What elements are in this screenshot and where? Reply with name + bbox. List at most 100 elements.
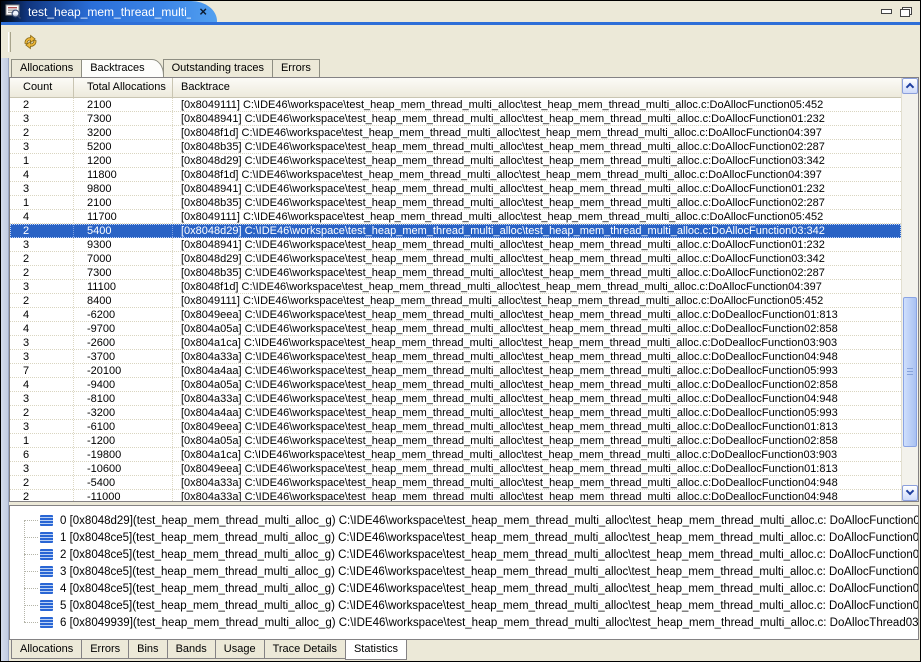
trace-frame-row[interactable]: 0 [0x8048d29](test_heap_mem_thread_multi… xyxy=(10,512,918,529)
cell-count: 3 xyxy=(10,140,74,153)
cell-count: 4 xyxy=(10,210,74,223)
table-row[interactable]: 3-2600[0x804a1ca] C:\IDE46\workspace\tes… xyxy=(10,336,901,350)
table-row[interactable]: 411700[0x8049111] C:\IDE46\workspace\tes… xyxy=(10,210,901,224)
minimize-icon[interactable] xyxy=(881,9,892,14)
page-tab-trace-details[interactable]: Trace Details xyxy=(264,640,346,659)
cell-count: 4 xyxy=(10,168,74,181)
cell-count: 3 xyxy=(10,350,74,363)
cell-total-allocations: -1200 xyxy=(74,434,173,447)
trace-frame-row[interactable]: 2 [0x8048ce5](test_heap_mem_thread_multi… xyxy=(10,546,918,563)
cell-total-allocations: 11800 xyxy=(74,168,173,181)
cell-total-allocations: 2100 xyxy=(74,196,173,209)
table-row[interactable]: 37300[0x8048941] C:\IDE46\workspace\test… xyxy=(10,112,901,126)
table-row[interactable]: 2-3200[0x804a4aa] C:\IDE46\workspace\tes… xyxy=(10,406,901,420)
cell-backtrace: [0x804a33a] C:\IDE46\workspace\test_heap… xyxy=(173,393,901,405)
cell-backtrace: [0x804a33a] C:\IDE46\workspace\test_heap… xyxy=(173,351,901,363)
table-row[interactable]: 4-6200[0x8049eea] C:\IDE46\workspace\tes… xyxy=(10,308,901,322)
vertical-scrollbar[interactable] xyxy=(901,78,918,501)
table-row[interactable]: 39800[0x8048941] C:\IDE46\workspace\test… xyxy=(10,182,901,196)
subtab-outstanding-traces[interactable]: Outstanding traces xyxy=(163,59,273,77)
cell-count: 2 xyxy=(10,406,74,419)
refresh-button[interactable] xyxy=(20,32,41,52)
scroll-down-button[interactable] xyxy=(902,485,918,501)
memory-analysis-window: test_heap_mem_thread_multi_alloc × Alloc… xyxy=(0,0,921,662)
cell-count: 3 xyxy=(10,420,74,433)
table-row[interactable]: 23200[0x8048f1d] C:\IDE46\workspace\test… xyxy=(10,126,901,140)
cell-total-allocations: 5200 xyxy=(74,140,173,153)
callstack-icon xyxy=(40,566,53,577)
scrollbar-thumb[interactable] xyxy=(903,297,917,447)
table-row[interactable]: 28400[0x8049111] C:\IDE46\workspace\test… xyxy=(10,294,901,308)
page-tab-statistics[interactable]: Statistics xyxy=(345,640,407,660)
maximize-icon[interactable] xyxy=(900,7,912,17)
view-tab[interactable]: test_heap_mem_thread_multi_alloc × xyxy=(1,1,217,22)
cell-backtrace: [0x804a05a] C:\IDE46\workspace\test_heap… xyxy=(173,323,901,335)
trace-frame-row[interactable]: 5 [0x8048ce5](test_heap_mem_thread_multi… xyxy=(10,597,918,614)
view-left-border xyxy=(1,58,9,661)
table-row[interactable]: 2-5400[0x804a33a] C:\IDE46\workspace\tes… xyxy=(10,476,901,490)
trace-frame-row[interactable]: 3 [0x8048ce5](test_heap_mem_thread_multi… xyxy=(10,563,918,580)
toolbar-gripper[interactable] xyxy=(8,32,11,52)
backtraces-table-panel: Count Total Allocations Backtrace 22100[… xyxy=(9,77,919,502)
cell-count: 2 xyxy=(10,476,74,489)
cell-count: 2 xyxy=(10,98,74,111)
close-icon[interactable]: × xyxy=(199,5,207,18)
page-tab-usage[interactable]: Usage xyxy=(215,640,265,659)
view-tabbar-fill xyxy=(217,1,920,22)
cell-backtrace: [0x8048d29] C:\IDE46\workspace\test_heap… xyxy=(173,155,901,167)
column-header-total-allocations[interactable]: Total Allocations xyxy=(74,78,173,97)
cell-count: 1 xyxy=(10,196,74,209)
memory-view-icon xyxy=(5,4,22,19)
page-tab-bands[interactable]: Bands xyxy=(167,640,216,659)
scroll-up-button[interactable] xyxy=(902,78,918,94)
column-header-count[interactable]: Count xyxy=(10,78,74,97)
column-header-backtrace[interactable]: Backtrace xyxy=(173,78,901,97)
trace-frame-row[interactable]: 4 [0x8048ce5](test_heap_mem_thread_multi… xyxy=(10,580,918,597)
cell-backtrace: [0x8048941] C:\IDE46\workspace\test_heap… xyxy=(173,183,901,195)
table-row[interactable]: 27300[0x8048b35] C:\IDE46\workspace\test… xyxy=(10,266,901,280)
table-row[interactable]: 7-20100[0x804a4aa] C:\IDE46\workspace\te… xyxy=(10,364,901,378)
page-tab-bins[interactable]: Bins xyxy=(128,640,167,659)
cell-total-allocations: 1200 xyxy=(74,154,173,167)
table-row[interactable]: 12100[0x8048b35] C:\IDE46\workspace\test… xyxy=(10,196,901,210)
cell-total-allocations: 3200 xyxy=(74,126,173,139)
table-row[interactable]: 6-19800[0x804a1ca] C:\IDE46\workspace\te… xyxy=(10,448,901,462)
cell-backtrace: [0x8048b35] C:\IDE46\workspace\test_heap… xyxy=(173,267,901,279)
cell-total-allocations: 7000 xyxy=(74,252,173,265)
table-row[interactable]: 3-6100[0x8049eea] C:\IDE46\workspace\tes… xyxy=(10,420,901,434)
table-row[interactable]: 2-11000[0x804a33a] C:\IDE46\workspace\te… xyxy=(10,490,901,501)
trace-frame-row[interactable]: 6 [0x8049939](test_heap_mem_thread_multi… xyxy=(10,614,918,631)
trace-frame-text: 3 [0x8048ce5](test_heap_mem_thread_multi… xyxy=(60,566,918,578)
table-row[interactable]: 11200[0x8048d29] C:\IDE46\workspace\test… xyxy=(10,154,901,168)
table-row[interactable]: 3-3700[0x804a33a] C:\IDE46\workspace\tes… xyxy=(10,350,901,364)
subtab-allocations[interactable]: Allocations xyxy=(11,59,82,77)
cell-backtrace: [0x8048941] C:\IDE46\workspace\test_heap… xyxy=(173,239,901,251)
trace-frame-row[interactable]: 1 [0x8048ce5](test_heap_mem_thread_multi… xyxy=(10,529,918,546)
cell-count: 3 xyxy=(10,336,74,349)
cell-backtrace: [0x804a1ca] C:\IDE46\workspace\test_heap… xyxy=(173,337,901,349)
trace-frame-text: 6 [0x8049939](test_heap_mem_thread_multi… xyxy=(60,617,918,629)
table-row[interactable]: 3-8100[0x804a33a] C:\IDE46\workspace\tes… xyxy=(10,392,901,406)
subtab-errors[interactable]: Errors xyxy=(272,59,320,77)
table-row[interactable]: 4-9400[0x804a05a] C:\IDE46\workspace\tes… xyxy=(10,378,901,392)
page-tab-errors[interactable]: Errors xyxy=(81,640,129,659)
trace-frame-text: 1 [0x8048ce5](test_heap_mem_thread_multi… xyxy=(60,532,918,544)
table-row[interactable]: 39300[0x8048941] C:\IDE46\workspace\test… xyxy=(10,238,901,252)
callstack-icon xyxy=(40,600,53,611)
cell-backtrace: [0x8048941] C:\IDE46\workspace\test_heap… xyxy=(173,113,901,125)
table-row[interactable]: 1-1200[0x804a05a] C:\IDE46\workspace\tes… xyxy=(10,434,901,448)
cell-count: 3 xyxy=(10,112,74,125)
table-row[interactable]: 22100[0x8049111] C:\IDE46\workspace\test… xyxy=(10,98,901,112)
table-row[interactable]: 311100[0x8048f1d] C:\IDE46\workspace\tes… xyxy=(10,280,901,294)
cell-backtrace: [0x8049111] C:\IDE46\workspace\test_heap… xyxy=(173,211,901,223)
cell-backtrace: [0x8049eea] C:\IDE46\workspace\test_heap… xyxy=(173,463,901,475)
subtab-backtraces[interactable]: Backtraces xyxy=(81,59,163,77)
table-row[interactable]: 3-10600[0x8049eea] C:\IDE46\workspace\te… xyxy=(10,462,901,476)
table-row[interactable]: 411800[0x8048f1d] C:\IDE46\workspace\tes… xyxy=(10,168,901,182)
cell-count: 2 xyxy=(10,224,74,237)
table-row-selected[interactable]: 25400[0x8048d29] C:\IDE46\workspace\test… xyxy=(10,224,901,238)
table-row[interactable]: 27000[0x8048d29] C:\IDE46\workspace\test… xyxy=(10,252,901,266)
page-tab-allocations[interactable]: Allocations xyxy=(11,640,82,659)
table-row[interactable]: 35200[0x8048b35] C:\IDE46\workspace\test… xyxy=(10,140,901,154)
table-row[interactable]: 4-9700[0x804a05a] C:\IDE46\workspace\tes… xyxy=(10,322,901,336)
